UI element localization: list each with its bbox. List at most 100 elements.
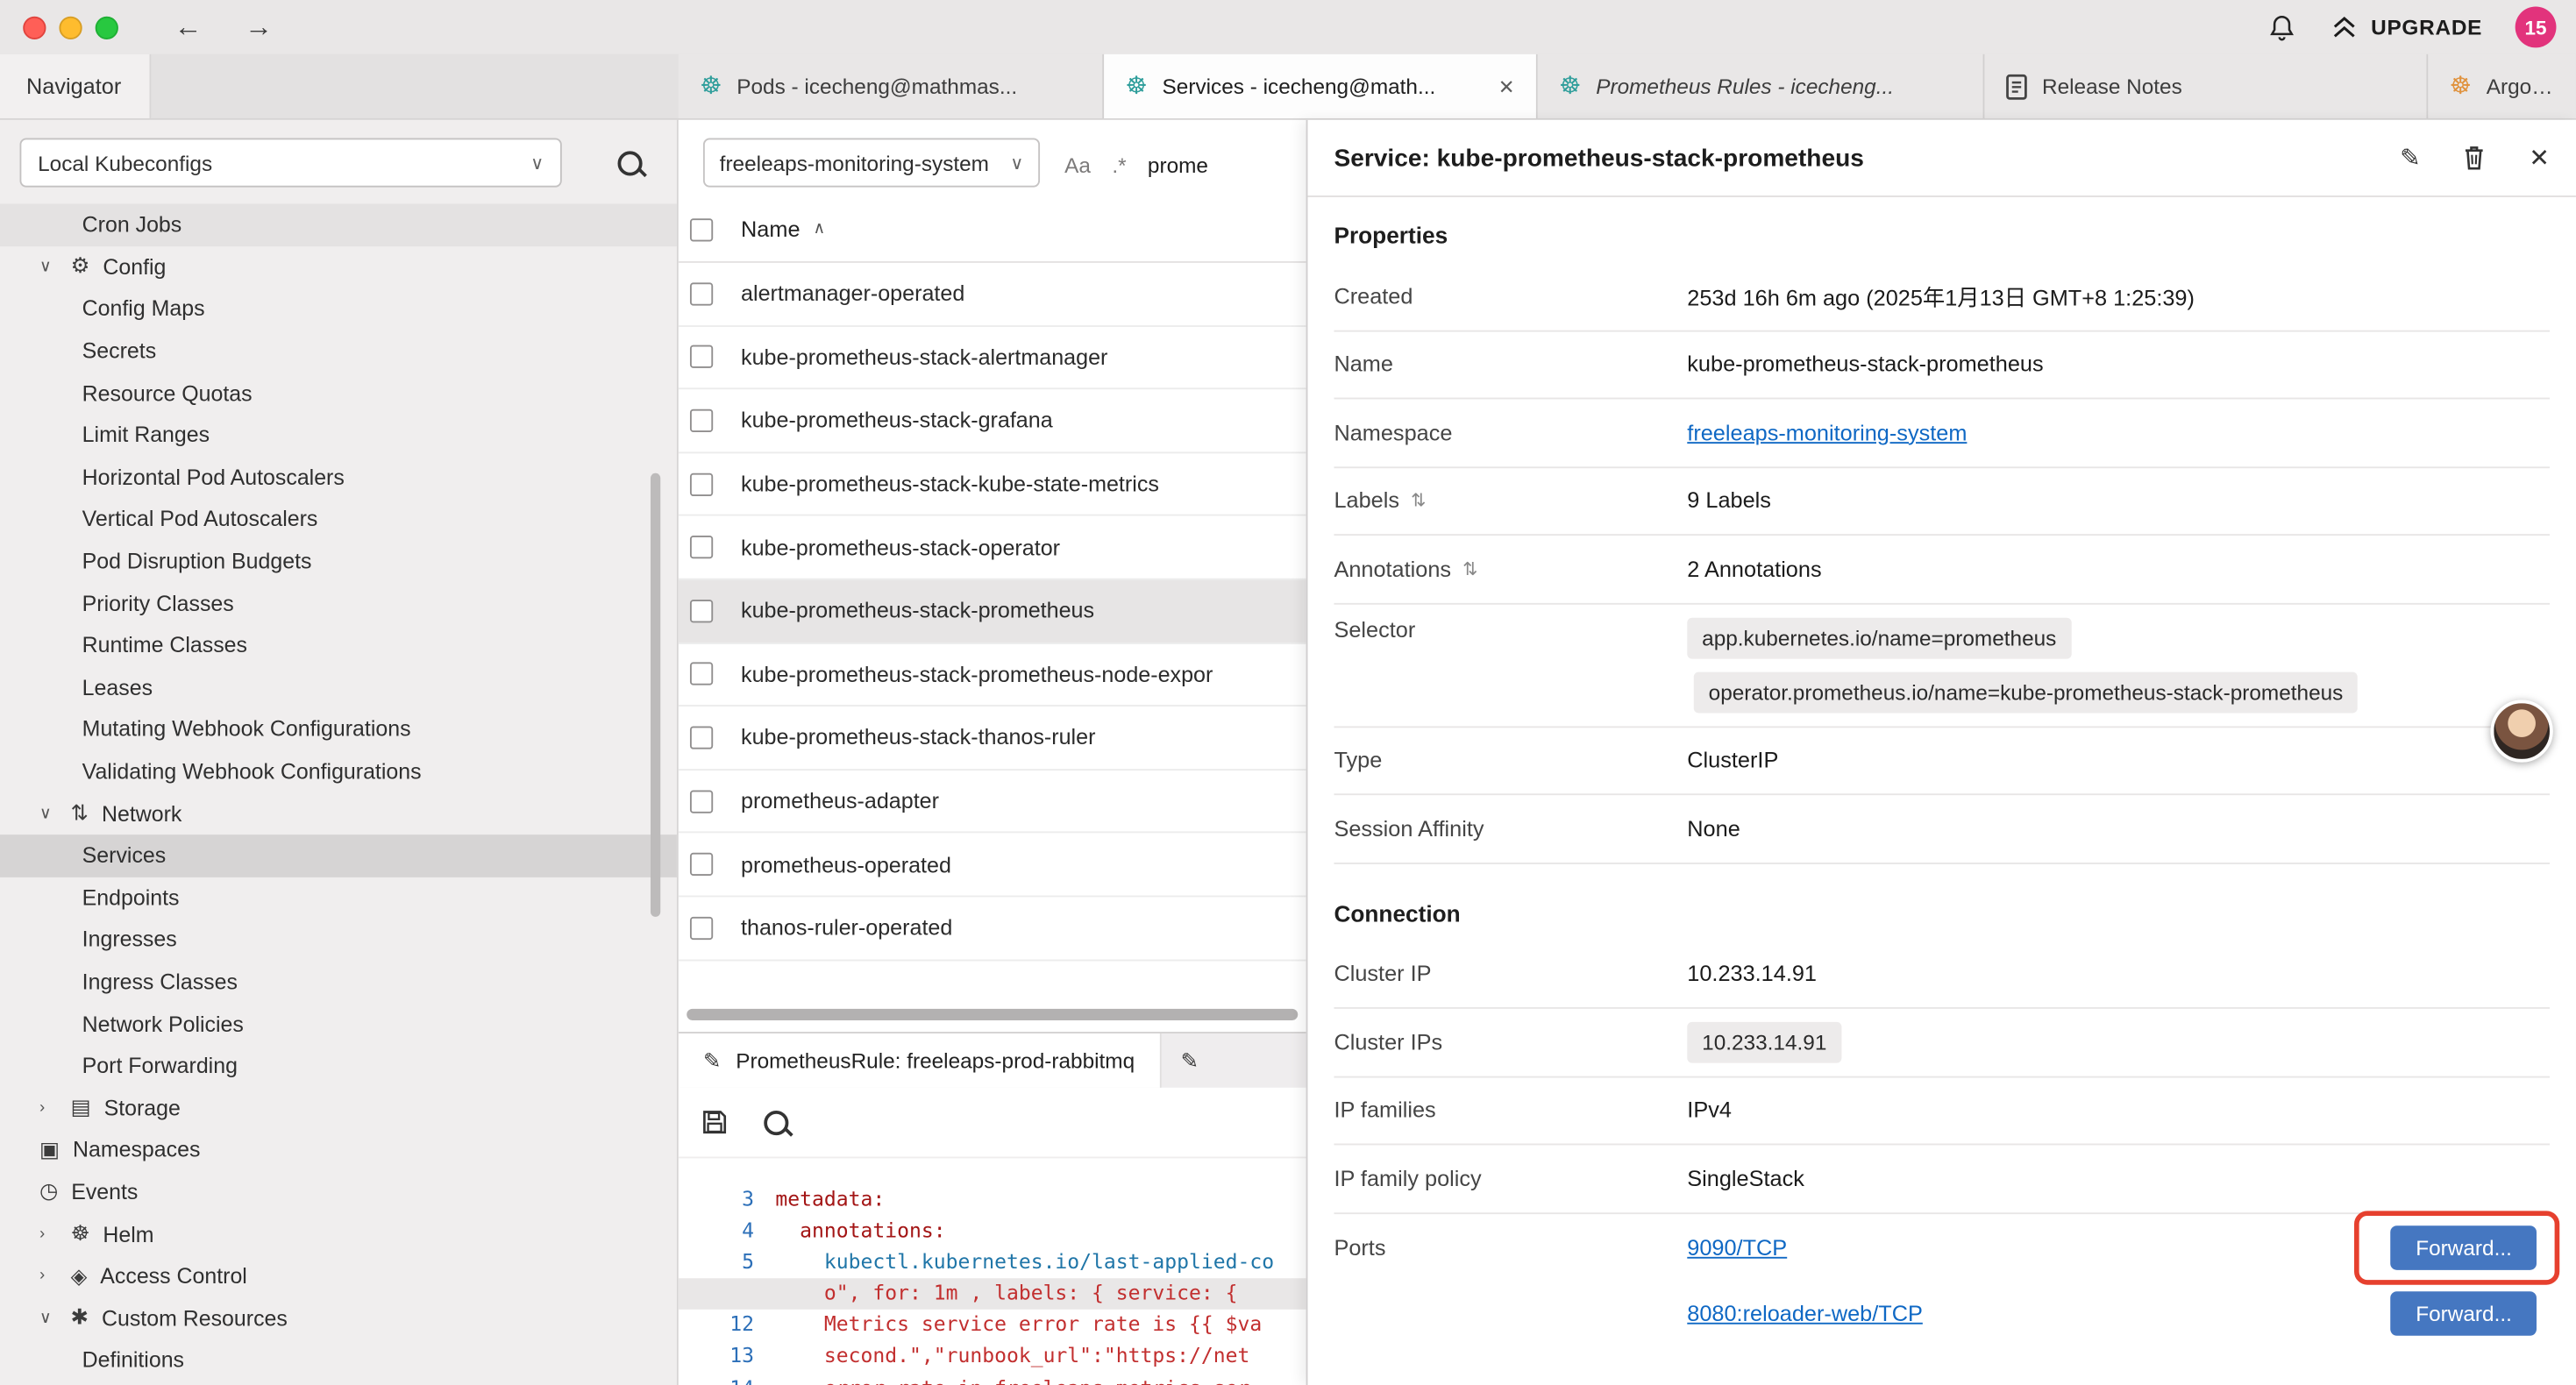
row-checkbox[interactable] bbox=[690, 853, 713, 876]
connection-section-title: Connection bbox=[1334, 899, 2550, 926]
sidebar-tree-item[interactable]: Secrets bbox=[0, 330, 677, 372]
property-label: Cluster IPs bbox=[1334, 1030, 1687, 1055]
property-row-name: Name kube-prometheus-stack-prometheus bbox=[1334, 331, 2550, 400]
tab-argo[interactable]: ☸ Argo Se bbox=[2428, 54, 2576, 118]
tab-prometheus-rules[interactable]: ☸ Prometheus Rules - icecheng... bbox=[1538, 54, 1985, 118]
storage-icon: ▤ bbox=[71, 1095, 91, 1121]
property-value[interactable]: 2 Annotations bbox=[1687, 557, 1821, 581]
regex-toggle[interactable]: .* bbox=[1112, 152, 1126, 176]
upgrade-icon bbox=[2330, 14, 2359, 40]
save-icon[interactable] bbox=[701, 1109, 728, 1135]
tree-chevron-icon[interactable]: ∨ bbox=[39, 805, 58, 823]
sidebar-tree-item[interactable]: Priority Classes bbox=[0, 582, 677, 624]
port-link[interactable]: 8080:reloader-web/TCP bbox=[1687, 1301, 1923, 1325]
close-tab-icon[interactable]: ✕ bbox=[1485, 75, 1515, 97]
row-checkbox[interactable] bbox=[690, 472, 713, 495]
property-value[interactable]: 9 Labels bbox=[1687, 488, 1771, 513]
sidebar-tree-item[interactable]: Network Policies bbox=[0, 1003, 677, 1045]
dock-tab-prometheusrule[interactable]: ✎ PrometheusRule: freeleaps-prod-rabbitm… bbox=[679, 1033, 1161, 1088]
sidebar-tree-item[interactable]: Ingress Classes bbox=[0, 961, 677, 1003]
row-checkbox[interactable] bbox=[690, 916, 713, 939]
namespace-link[interactable]: freeleaps-monitoring-system bbox=[1687, 420, 1967, 444]
sidebar-tree-item[interactable]: › ☸ Helm bbox=[0, 1213, 677, 1255]
tree-item-label: Config Maps bbox=[82, 296, 205, 321]
namespace-select[interactable]: freeleaps-monitoring-system ∨ bbox=[703, 138, 1040, 187]
sidebar-tree-item[interactable]: Endpoints bbox=[0, 877, 677, 919]
row-checkbox[interactable] bbox=[690, 600, 713, 622]
minimize-window-button[interactable] bbox=[59, 16, 82, 39]
row-checkbox[interactable] bbox=[690, 663, 713, 685]
row-checkbox[interactable] bbox=[690, 409, 713, 432]
row-checkbox[interactable] bbox=[690, 790, 713, 813]
forward-button[interactable]: Forward... bbox=[2391, 1291, 2537, 1336]
table-search-input[interactable]: Aa .* prome bbox=[1064, 143, 1208, 186]
dock-tab-partial[interactable]: ✎ bbox=[1161, 1033, 1218, 1088]
maximize-window-button[interactable] bbox=[96, 16, 118, 39]
user-avatar[interactable] bbox=[2491, 700, 2553, 762]
select-all-checkbox[interactable] bbox=[690, 217, 713, 240]
expand-toggle-icon[interactable]: ⇅ bbox=[1462, 558, 1477, 579]
sidebar-tree-item[interactable]: ▣ Namespaces bbox=[0, 1129, 677, 1171]
notification-count-badge[interactable]: 15 bbox=[2516, 6, 2557, 47]
row-checkbox[interactable] bbox=[690, 282, 713, 305]
sidebar-tree-item[interactable]: › ▤ Storage bbox=[0, 1087, 677, 1129]
property-label: IP family policy bbox=[1334, 1166, 1687, 1190]
sidebar-tree-item[interactable]: Definitions bbox=[0, 1339, 677, 1381]
tree-chevron-icon[interactable]: ∨ bbox=[39, 258, 58, 276]
search-icon[interactable] bbox=[764, 1110, 788, 1134]
upgrade-button[interactable]: UPGRADE bbox=[2330, 14, 2482, 40]
row-checkbox[interactable] bbox=[690, 726, 713, 749]
forward-button[interactable]: Forward... bbox=[2391, 1225, 2537, 1270]
sidebar-tree-item[interactable]: › ◈ Access Control bbox=[0, 1255, 677, 1297]
sidebar-tree-item[interactable]: Horizontal Pod Autoscalers bbox=[0, 456, 677, 498]
sidebar-scrollbar[interactable] bbox=[651, 473, 660, 917]
search-value: prome bbox=[1148, 152, 1208, 176]
tab-navigator[interactable]: Navigator bbox=[0, 54, 151, 118]
tab-release-notes[interactable]: Release Notes bbox=[1984, 54, 2428, 118]
sidebar-tree-item[interactable]: ∨ ⚙ Config bbox=[0, 245, 677, 288]
sidebar-tree-item[interactable]: Vertical Pod Autoscalers bbox=[0, 498, 677, 540]
sidebar-tree-item[interactable]: Ingresses bbox=[0, 919, 677, 961]
close-window-button[interactable] bbox=[23, 16, 46, 39]
back-icon[interactable]: ← bbox=[174, 11, 203, 43]
property-row-created: Created 253d 16h 6m ago (2025年1月13日 GMT+… bbox=[1334, 263, 2550, 331]
kubeconfig-select[interactable]: Local Kubeconfigs ∨ bbox=[19, 138, 561, 187]
sidebar-tree-item[interactable]: ◷ Events bbox=[0, 1171, 677, 1213]
close-drawer-icon[interactable]: ✕ bbox=[2529, 143, 2550, 173]
match-case-toggle[interactable]: Aa bbox=[1064, 152, 1091, 176]
tree-chevron-icon[interactable]: ∨ bbox=[39, 1309, 58, 1327]
kubernetes-cluster-icon: ☸ bbox=[1125, 74, 1147, 98]
horizontal-scrollbar[interactable] bbox=[687, 1009, 1298, 1020]
port-link[interactable]: 9090/TCP bbox=[1687, 1235, 1787, 1260]
sidebar-tree-item[interactable]: ∨ ✱ Custom Resources bbox=[0, 1297, 677, 1339]
edit-pencil-icon[interactable]: ✎ bbox=[2400, 143, 2421, 173]
tree-chevron-icon[interactable]: › bbox=[39, 1267, 58, 1285]
search-icon[interactable] bbox=[618, 151, 643, 175]
sidebar-tree-item[interactable]: Leases bbox=[0, 666, 677, 708]
sidebar-tree-item[interactable]: Limit Ranges bbox=[0, 414, 677, 456]
sort-asc-icon[interactable]: ∧ bbox=[814, 220, 826, 238]
expand-toggle-icon[interactable]: ⇅ bbox=[1411, 490, 1426, 511]
sidebar-tree-item[interactable]: Validating Webhook Configurations bbox=[0, 750, 677, 792]
sidebar-tree-item[interactable]: Port Forwarding bbox=[0, 1045, 677, 1087]
tab-pods[interactable]: ☸ Pods - icecheng@mathmas... bbox=[679, 54, 1104, 118]
tab-services[interactable]: ☸ Services - icecheng@math... ✕ bbox=[1104, 54, 1538, 118]
row-checkbox[interactable] bbox=[690, 536, 713, 558]
sidebar-tree: Cron Jobs ∨ ⚙ Config Config Maps bbox=[0, 203, 677, 1381]
sidebar-tree-item[interactable]: Mutating Webhook Configurations bbox=[0, 708, 677, 750]
name-column-header[interactable]: Name bbox=[741, 217, 800, 241]
tree-chevron-icon[interactable]: › bbox=[39, 1098, 58, 1117]
tree-chevron-icon[interactable]: › bbox=[39, 1225, 58, 1243]
sidebar-tree-item[interactable]: Config Maps bbox=[0, 288, 677, 330]
sidebar-tree-item[interactable]: Resource Quotas bbox=[0, 372, 677, 414]
forward-icon[interactable]: → bbox=[245, 11, 273, 43]
tree-item-label: Resource Quotas bbox=[82, 380, 253, 405]
sidebar-tree-item[interactable]: Services bbox=[0, 835, 677, 877]
notifications-bell-icon[interactable] bbox=[2267, 12, 2297, 42]
sidebar-tree-item[interactable]: Pod Disruption Budgets bbox=[0, 540, 677, 582]
sidebar-tree-item[interactable]: ∨ ⇅ Network bbox=[0, 792, 677, 835]
row-checkbox[interactable] bbox=[690, 345, 713, 368]
delete-trash-icon[interactable] bbox=[2463, 145, 2486, 171]
sidebar-tree-item[interactable]: Cron Jobs bbox=[0, 203, 677, 245]
sidebar-tree-item[interactable]: Runtime Classes bbox=[0, 624, 677, 666]
